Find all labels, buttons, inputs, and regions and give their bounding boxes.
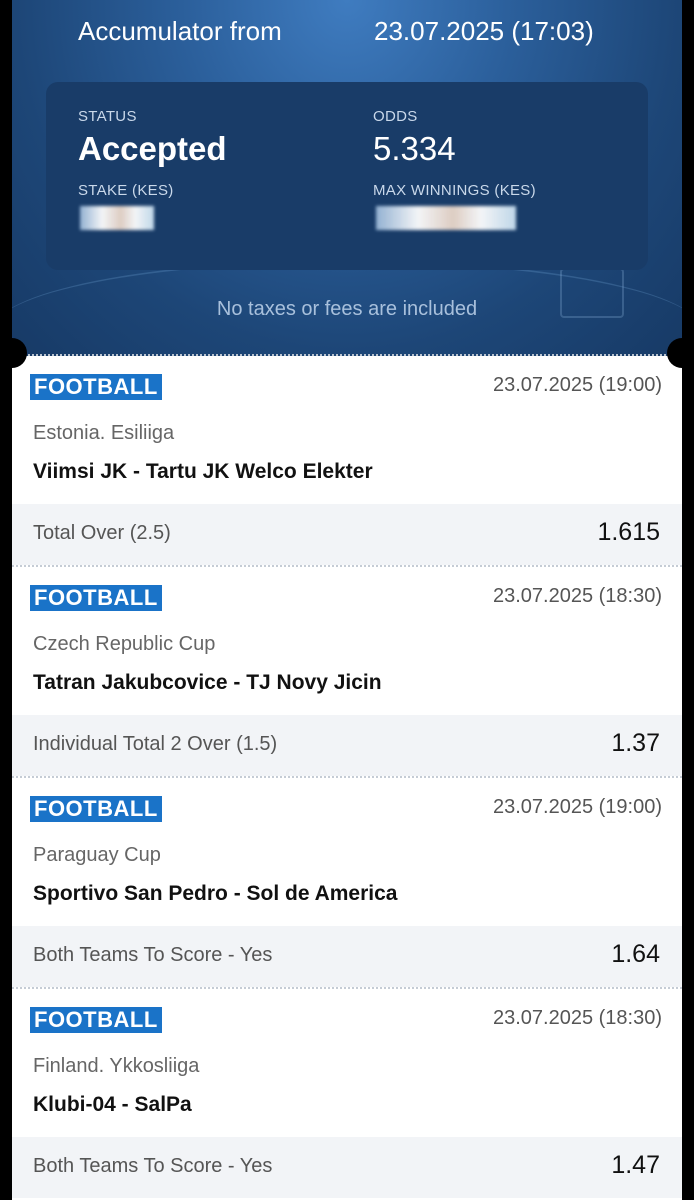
event-date: 23.07.2025 (18:30) [492,585,662,607]
selection-market-row: Total Over (2.5) 1.615 [12,504,682,565]
stake-label: STAKE (KES) [78,182,174,199]
bet-slip-screen: Accumulator from 23.07.2025 (17:03) STAT… [12,0,682,1200]
market-name: Total Over (2.5) [33,522,171,544]
stake-value-redacted [80,206,154,230]
status-label: STATUS [78,108,137,125]
selection-odds: 1.47 [611,1151,660,1179]
market-name: Both Teams To Score - Yes [33,1155,273,1177]
bet-summary-card: STATUS Accepted ODDS 5.334 STAKE (KES) M… [46,82,648,270]
match-name: Viimsi JK - Tartu JK Welco Elekter [33,460,373,483]
selection-odds: 1.37 [611,729,660,757]
selection-odds: 1.615 [597,518,660,546]
event-date: 23.07.2025 (19:00) [492,374,662,396]
market-name: Individual Total 2 Over (1.5) [33,733,278,755]
sport-badge: FOOTBALL [30,1007,162,1033]
bet-selection[interactable]: FOOTBALL 23.07.2025 (18:30) Finland. Ykk… [12,989,682,1200]
selection-event-info: FOOTBALL 23.07.2025 (18:30) Czech Republ… [12,567,682,715]
match-name: Klubi-04 - SalPa [33,1093,192,1116]
selection-odds: 1.64 [611,940,660,968]
sport-badge: FOOTBALL [30,796,162,822]
selection-event-info: FOOTBALL 23.07.2025 (18:30) Finland. Ykk… [12,989,682,1137]
bet-header: Accumulator from 23.07.2025 (17:03) STAT… [12,0,682,356]
selection-market-row: Both Teams To Score - Yes 1.47 [12,1137,682,1198]
bet-type-title: Accumulator from [78,16,282,46]
match-name: Sportivo San Pedro - Sol de America [33,882,398,905]
max-winnings-value-redacted [376,206,516,230]
event-date: 23.07.2025 (18:30) [492,1007,662,1029]
status-value: Accepted [78,130,227,167]
bet-selection[interactable]: FOOTBALL 23.07.2025 (18:30) Czech Republ… [12,567,682,778]
ticket-notch-right [667,338,694,368]
odds-value: 5.334 [373,130,456,167]
max-winnings-label: MAX WINNINGS (KES) [373,182,536,199]
selection-event-info: FOOTBALL 23.07.2025 (19:00) Estonia. Esi… [12,356,682,504]
bet-selection[interactable]: FOOTBALL 23.07.2025 (19:00) Estonia. Esi… [12,356,682,567]
event-date: 23.07.2025 (19:00) [492,796,662,818]
selection-event-info: FOOTBALL 23.07.2025 (19:00) Paraguay Cup… [12,778,682,926]
league-name: Estonia. Esiliiga [33,422,175,444]
league-name: Paraguay Cup [33,844,161,866]
league-name: Czech Republic Cup [33,633,216,655]
bet-selections-list: FOOTBALL 23.07.2025 (19:00) Estonia. Esi… [12,356,682,1200]
selection-market-row: Both Teams To Score - Yes 1.64 [12,926,682,987]
league-name: Finland. Ykkosliiga [33,1055,200,1077]
sport-badge: FOOTBALL [30,374,162,400]
bet-placed-date: 23.07.2025 (17:03) [374,16,594,46]
match-name: Tatran Jakubcovice - TJ Novy Jicin [33,671,382,694]
odds-label: ODDS [373,108,418,125]
bet-selection[interactable]: FOOTBALL 23.07.2025 (19:00) Paraguay Cup… [12,778,682,989]
taxes-notice: No taxes or fees are included [216,298,478,320]
market-name: Both Teams To Score - Yes [33,944,273,966]
selection-market-row: Individual Total 2 Over (1.5) 1.37 [12,715,682,776]
sport-badge: FOOTBALL [30,585,162,611]
